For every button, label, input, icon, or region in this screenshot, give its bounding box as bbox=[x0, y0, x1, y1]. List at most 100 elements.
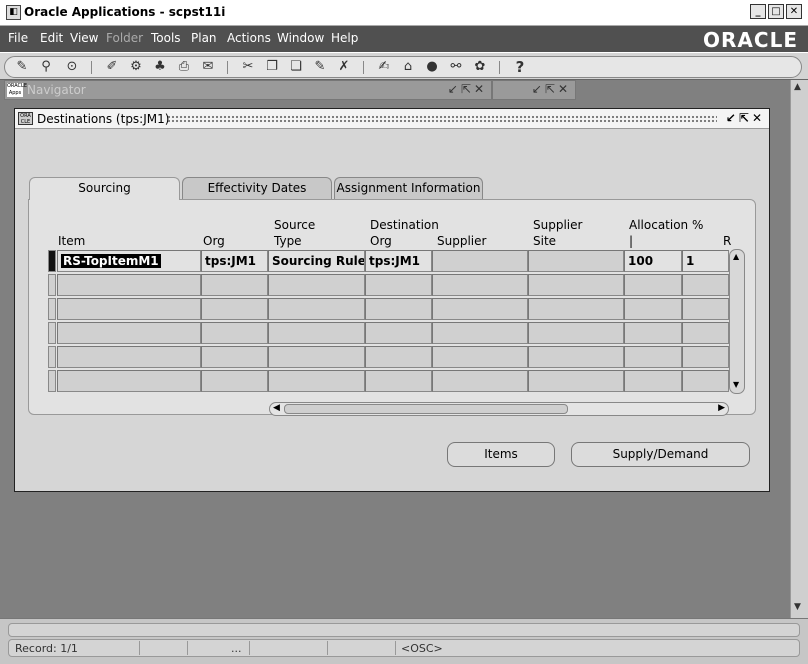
edit-field-icon[interactable]: ✍ bbox=[375, 59, 393, 75]
destinations-window-controls[interactable]: ↙⇱✕ bbox=[726, 111, 765, 125]
navigator-window-controls[interactable]: ↙⇱✕ bbox=[448, 82, 487, 96]
switch-responsibility-icon[interactable]: ♣ bbox=[151, 59, 169, 75]
scroll-right-icon[interactable]: ▶ bbox=[718, 403, 725, 413]
menu-edit[interactable]: Edit bbox=[40, 31, 63, 45]
cell-destination-org[interactable] bbox=[365, 274, 432, 296]
row-indicator-current[interactable] bbox=[48, 250, 56, 272]
items-button[interactable]: Items bbox=[447, 442, 555, 467]
save-icon[interactable]: ✐ bbox=[103, 59, 121, 75]
menu-file[interactable]: File bbox=[8, 31, 28, 45]
cell-rank[interactable] bbox=[682, 298, 729, 320]
cell-item[interactable] bbox=[57, 298, 201, 320]
cell-destination-org[interactable]: tps:JM1 bbox=[365, 250, 432, 272]
cell-destination-org[interactable] bbox=[365, 322, 432, 344]
navigator-window[interactable]: ORACLE Apps Navigator ↙⇱✕ bbox=[4, 80, 492, 100]
find-icon[interactable]: ⚲ bbox=[37, 59, 55, 75]
cell-item[interactable] bbox=[57, 322, 201, 344]
scroll-down-icon[interactable]: ▼ bbox=[794, 602, 801, 612]
cell-item[interactable] bbox=[57, 346, 201, 368]
attachments-icon[interactable]: ⚯ bbox=[447, 59, 465, 75]
cell-org[interactable]: tps:JM1 bbox=[201, 250, 268, 272]
cell-allocation[interactable]: 100 bbox=[624, 250, 682, 272]
cell-supplier-site[interactable] bbox=[528, 322, 624, 344]
cell-source-type[interactable] bbox=[268, 346, 365, 368]
workspace-scrollbar[interactable]: ▲ ▼ bbox=[790, 80, 808, 618]
cell-org[interactable] bbox=[201, 298, 268, 320]
cell-supplier[interactable] bbox=[432, 250, 528, 272]
cell-org[interactable] bbox=[201, 370, 268, 392]
secondary-window-controls[interactable]: ↙⇱✕ bbox=[532, 82, 571, 96]
scroll-up-icon[interactable]: ▲ bbox=[794, 82, 801, 92]
cell-allocation[interactable] bbox=[624, 346, 682, 368]
menu-plan[interactable]: Plan bbox=[191, 31, 217, 45]
cell-item[interactable] bbox=[57, 370, 201, 392]
row-indicator[interactable] bbox=[48, 274, 56, 296]
cell-allocation[interactable] bbox=[624, 322, 682, 344]
menu-folder[interactable]: Folder bbox=[106, 31, 143, 45]
folder-tools-icon[interactable]: ✿ bbox=[471, 59, 489, 75]
cell-supplier-site[interactable] bbox=[528, 346, 624, 368]
cell-rank[interactable] bbox=[682, 370, 729, 392]
destinations-title-bar[interactable]: ORA CLE Destinations (tps:JM1) ↙⇱✕ bbox=[15, 109, 769, 129]
menu-window[interactable]: Window bbox=[277, 31, 324, 45]
menu-tools[interactable]: Tools bbox=[151, 31, 181, 45]
cell-destination-org[interactable] bbox=[365, 298, 432, 320]
cell-source-type[interactable] bbox=[268, 322, 365, 344]
copy-icon[interactable]: ❐ bbox=[263, 59, 281, 75]
cell-rank[interactable] bbox=[682, 274, 729, 296]
row-indicator[interactable] bbox=[48, 346, 56, 368]
cell-org[interactable] bbox=[201, 322, 268, 344]
cell-supplier-site[interactable] bbox=[528, 298, 624, 320]
row-indicator[interactable] bbox=[48, 322, 56, 344]
tab-sourcing[interactable]: Sourcing bbox=[29, 177, 180, 200]
supply-demand-button[interactable]: Supply/Demand bbox=[571, 442, 750, 467]
cell-supplier[interactable] bbox=[432, 370, 528, 392]
cell-supplier-site[interactable] bbox=[528, 274, 624, 296]
cell-supplier-site[interactable] bbox=[528, 370, 624, 392]
tab-assignment-information[interactable]: Assignment Information bbox=[334, 177, 483, 199]
cell-supplier[interactable] bbox=[432, 274, 528, 296]
cell-item[interactable] bbox=[57, 274, 201, 296]
translations-icon[interactable]: ● bbox=[423, 59, 441, 75]
cell-org[interactable] bbox=[201, 274, 268, 296]
scroll-thumb[interactable] bbox=[284, 404, 568, 414]
cell-allocation[interactable] bbox=[624, 274, 682, 296]
help-icon[interactable]: ? bbox=[511, 59, 529, 75]
delete-record-icon[interactable]: ✗ bbox=[335, 59, 353, 75]
new-icon[interactable]: ✎ bbox=[13, 59, 31, 75]
tab-effectivity-dates[interactable]: Effectivity Dates bbox=[182, 177, 332, 199]
clear-record-icon[interactable]: ✎ bbox=[311, 59, 329, 75]
scroll-left-icon[interactable]: ◀ bbox=[273, 403, 280, 413]
cell-supplier[interactable] bbox=[432, 298, 528, 320]
cut-icon[interactable]: ✂ bbox=[239, 59, 257, 75]
cell-rank[interactable]: 1 bbox=[682, 250, 729, 272]
close-button[interactable]: ✕ bbox=[786, 4, 802, 19]
cell-source-type[interactable] bbox=[268, 298, 365, 320]
scroll-up-icon[interactable]: ▲ bbox=[733, 252, 739, 261]
cell-rank[interactable] bbox=[682, 346, 729, 368]
cell-source-type[interactable] bbox=[268, 370, 365, 392]
cell-supplier[interactable] bbox=[432, 322, 528, 344]
cell-allocation[interactable] bbox=[624, 370, 682, 392]
cell-source-type[interactable]: Sourcing Rule bbox=[268, 250, 365, 272]
grid-vertical-scrollbar[interactable]: ▲ ▼ bbox=[729, 249, 745, 394]
cell-source-type[interactable] bbox=[268, 274, 365, 296]
paste-icon[interactable]: ❏ bbox=[287, 59, 305, 75]
minimize-button[interactable]: _ bbox=[750, 4, 766, 19]
secondary-window[interactable]: ↙⇱✕ bbox=[492, 80, 576, 100]
menu-help[interactable]: Help bbox=[331, 31, 358, 45]
zoom-icon[interactable]: ⌂ bbox=[399, 59, 417, 75]
next-step-icon[interactable]: ⚙ bbox=[127, 59, 145, 75]
print-icon[interactable]: ⎙ bbox=[175, 59, 193, 75]
row-indicator[interactable] bbox=[48, 370, 56, 392]
cell-supplier[interactable] bbox=[432, 346, 528, 368]
navigator-icon[interactable]: ⊙ bbox=[63, 59, 81, 75]
cell-supplier-site[interactable] bbox=[528, 250, 624, 272]
cell-rank[interactable] bbox=[682, 322, 729, 344]
scroll-down-icon[interactable]: ▼ bbox=[733, 380, 739, 389]
cell-item[interactable]: RS-TopItemM1 bbox=[57, 250, 201, 272]
close-form-icon[interactable]: ✉ bbox=[199, 59, 217, 75]
row-indicator[interactable] bbox=[48, 298, 56, 320]
grid-horizontal-scrollbar[interactable]: ◀ ▶ bbox=[269, 402, 729, 416]
menu-actions[interactable]: Actions bbox=[227, 31, 271, 45]
